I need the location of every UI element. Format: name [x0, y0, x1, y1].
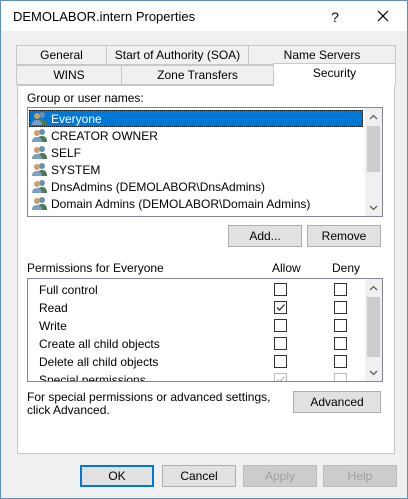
- tab-security[interactable]: Security: [273, 63, 396, 86]
- close-icon[interactable]: [361, 1, 405, 31]
- deny-checkbox: [334, 373, 347, 381]
- permission-row: Special permissions: [28, 371, 366, 382]
- user-group-icon: [31, 162, 48, 177]
- ok-button[interactable]: OK: [80, 465, 154, 487]
- user-group-icon: [31, 128, 48, 143]
- tab-general[interactable]: General: [16, 45, 107, 65]
- permission-name: Write: [39, 319, 67, 333]
- allow-checkbox[interactable]: [274, 355, 287, 368]
- user-list-item[interactable]: SELF: [29, 144, 363, 161]
- user-list-item[interactable]: SYSTEM: [29, 161, 363, 178]
- allow-checkbox[interactable]: [274, 319, 287, 332]
- add-button[interactable]: Add...: [228, 225, 302, 247]
- user-list[interactable]: Everyone CREATOR OWNER SELF SYSTEM DnsAdmins…: [27, 107, 383, 217]
- help-button[interactable]: Help: [323, 465, 397, 487]
- deny-header: Deny: [332, 261, 361, 275]
- perm-scroll-up-icon[interactable]: [365, 279, 382, 296]
- permission-row: Write: [28, 317, 366, 335]
- title-bar: DEMOLABOR.intern Properties ?: [1, 1, 407, 31]
- user-list-item-label: Domain Admins (DEMOLABOR\Domain Admins): [51, 196, 311, 211]
- group-label: Group or user names:: [27, 91, 144, 105]
- deny-checkbox[interactable]: [334, 355, 347, 368]
- advanced-hint: For special permissions or advanced sett…: [27, 390, 271, 417]
- user-list-item-label: DnsAdmins (DEMOLABOR\DnsAdmins): [51, 179, 266, 194]
- user-list-item-label: SYSTEM: [51, 162, 101, 177]
- allow-checkbox[interactable]: [274, 283, 287, 296]
- perm-scroll-down-icon[interactable]: [365, 364, 382, 381]
- permission-name: Delete all child objects: [39, 355, 159, 369]
- tab-wins[interactable]: WINS: [16, 65, 122, 85]
- tab-zone-transfers[interactable]: Zone Transfers: [121, 65, 274, 85]
- user-list-scroll-thumb[interactable]: [367, 126, 380, 172]
- user-list-scrollbar[interactable]: [365, 108, 382, 216]
- allow-header: Allow: [272, 261, 301, 275]
- permission-row: Full control: [28, 281, 366, 299]
- permissions-scrollbar[interactable]: [365, 279, 382, 381]
- permission-row: Create all child objects: [28, 335, 366, 353]
- tab-soa[interactable]: Start of Authority (SOA): [106, 45, 249, 65]
- remove-button[interactable]: Remove: [307, 225, 381, 247]
- permission-row: Read: [28, 299, 366, 317]
- permission-name: Create all child objects: [39, 337, 160, 351]
- deny-checkbox[interactable]: [334, 337, 347, 350]
- advanced-button[interactable]: Advanced: [293, 391, 381, 413]
- user-list-item-label: CREATOR OWNER: [51, 128, 158, 143]
- deny-checkbox[interactable]: [334, 301, 347, 314]
- user-list-item-label: SELF: [51, 145, 82, 160]
- user-group-icon: [31, 145, 48, 160]
- cancel-button[interactable]: Cancel: [162, 465, 236, 487]
- user-group-icon: [31, 179, 48, 194]
- user-list-item-label: Everyone: [51, 111, 102, 126]
- deny-checkbox[interactable]: [334, 319, 347, 332]
- user-list-item[interactable]: Domain Admins (DEMOLABOR\Domain Admins): [29, 195, 363, 212]
- scroll-up-icon[interactable]: [365, 108, 382, 125]
- permissions-scroll-thumb[interactable]: [367, 297, 380, 357]
- user-list-item[interactable]: Everyone: [29, 110, 363, 127]
- help-icon[interactable]: ?: [323, 6, 347, 28]
- permissions-label: Permissions for Everyone: [27, 261, 164, 275]
- allow-checkbox[interactable]: [274, 301, 287, 314]
- window-title: DEMOLABOR.intern Properties: [13, 9, 196, 24]
- permission-name: Read: [39, 301, 68, 315]
- user-group-icon: [31, 111, 48, 126]
- user-list-item[interactable]: CREATOR OWNER: [29, 127, 363, 144]
- permissions-list[interactable]: Full control Read Write Create all child ob…: [27, 278, 383, 382]
- user-group-icon: [31, 196, 48, 211]
- properties-dialog: DEMOLABOR.intern Properties ? General St…: [0, 0, 408, 499]
- user-list-item[interactable]: DnsAdmins (DEMOLABOR\DnsAdmins): [29, 178, 363, 195]
- allow-checkbox[interactable]: [274, 337, 287, 350]
- permission-name: Full control: [39, 283, 98, 297]
- scroll-down-icon[interactable]: [365, 199, 382, 216]
- tab-name-servers[interactable]: Name Servers: [248, 45, 396, 65]
- permission-name: Special permissions: [39, 373, 146, 382]
- allow-checkbox: [274, 373, 287, 381]
- apply-button[interactable]: Apply: [243, 465, 317, 487]
- permission-row: Delete all child objects: [28, 353, 366, 371]
- deny-checkbox[interactable]: [334, 283, 347, 296]
